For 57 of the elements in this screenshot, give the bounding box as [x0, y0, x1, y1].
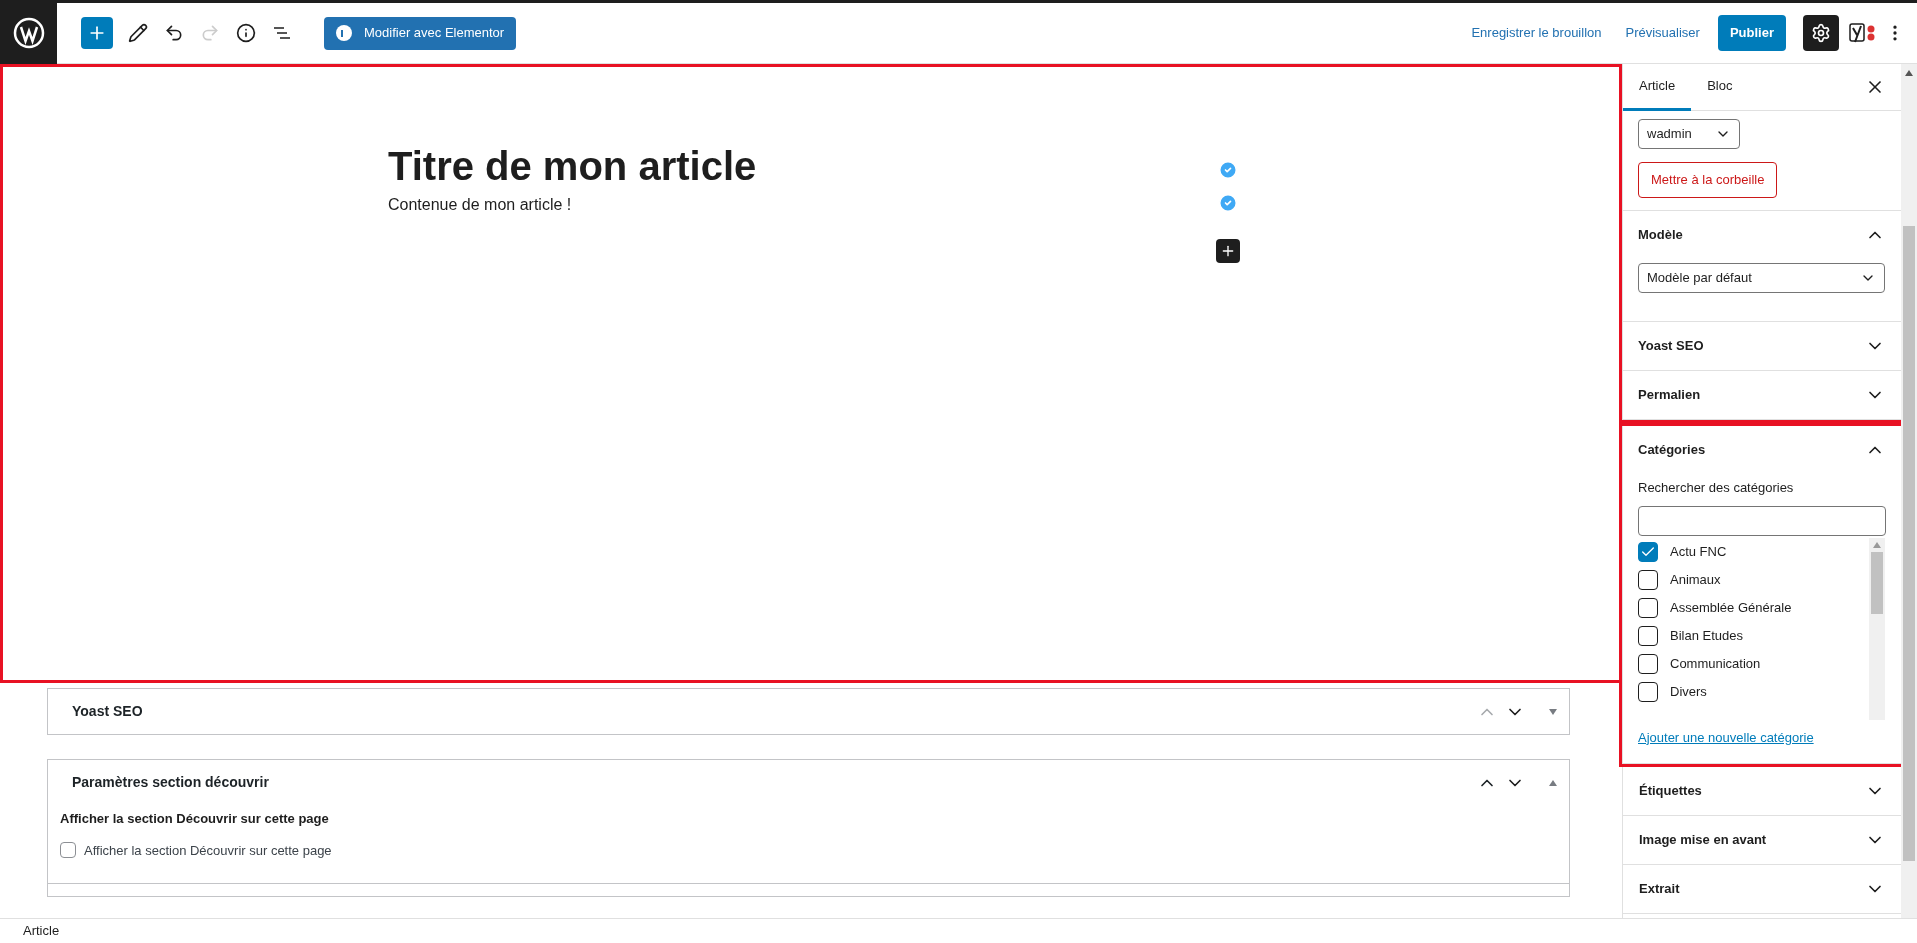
category-checkbox[interactable] — [1638, 653, 1658, 674]
category-label: Animaux — [1670, 570, 1721, 589]
field-label: Afficher la section Découvrir sur cette page — [60, 810, 330, 828]
category-checkbox[interactable] — [1638, 625, 1658, 646]
scroll-thumb[interactable] — [1903, 226, 1915, 861]
check-badge-icon — [1218, 160, 1238, 180]
add-category-link[interactable]: Ajouter une nouvelle catégorie — [1638, 727, 1885, 747]
panel-header[interactable]: Catégories — [1622, 426, 1901, 474]
breadcrumb[interactable]: Article — [23, 921, 60, 941]
panel-header[interactable]: Image mise en avant — [1623, 816, 1901, 864]
wordpress-icon — [12, 17, 45, 49]
metabox-title: Yoast SEO — [72, 702, 143, 721]
template-select[interactable]: Modèle par défaut — [1638, 263, 1885, 293]
panel-header[interactable]: Extrait — [1623, 865, 1901, 913]
pencil-icon[interactable] — [128, 23, 148, 43]
category-label: Assemblée Générale — [1670, 598, 1792, 617]
author-select[interactable]: wadmin — [1638, 119, 1740, 149]
elementor-icon — [336, 25, 352, 41]
trash-button[interactable]: Mettre à la corbeille — [1638, 162, 1778, 198]
panel-header[interactable]: Modèle — [1622, 211, 1901, 259]
metabox-title: Paramètres section découvrir — [72, 773, 269, 792]
search-field[interactable] — [1638, 505, 1886, 536]
publish-button[interactable]: Publier — [1717, 15, 1786, 51]
toggle-icon[interactable] — [1549, 708, 1557, 715]
checkbox-label: Afficher la section Découvrir sur cette page — [84, 841, 332, 860]
info-icon[interactable] — [236, 23, 256, 43]
category-label: Divers — [1670, 682, 1707, 701]
elementor-button[interactable]: Modifier avec Elementor — [324, 16, 517, 50]
category-checkbox[interactable] — [1638, 681, 1658, 702]
sidebar-tab[interactable]: Article — [1623, 63, 1692, 111]
scroll-thumb[interactable] — [1871, 551, 1883, 614]
panel-header[interactable]: Étiquettes — [1623, 767, 1901, 815]
category-label: Bilan Etudes — [1670, 626, 1743, 645]
category-checkbox[interactable] — [1638, 569, 1658, 590]
post-paragraph[interactable]: Contenue de mon article ! — [388, 193, 572, 217]
checkbox[interactable] — [60, 842, 76, 859]
toggle-icon[interactable] — [1549, 779, 1557, 786]
search-label: Rechercher des catégories — [1638, 479, 1795, 497]
preview-link[interactable]: Prévisualiser — [1625, 23, 1700, 43]
panel-header[interactable]: Yoast SEO — [1622, 322, 1901, 370]
check-badge-icon — [1218, 193, 1238, 213]
scroll-up-icon[interactable] — [1905, 70, 1913, 76]
add-block-button[interactable] — [1216, 239, 1240, 263]
settings-button[interactable] — [1803, 15, 1839, 51]
post-title[interactable]: Titre de mon article — [388, 142, 757, 190]
category-label: Communication — [1670, 654, 1761, 673]
panel-header[interactable]: Permalien — [1622, 371, 1901, 419]
plus-icon — [1220, 243, 1236, 259]
yoast-icon[interactable] — [1849, 21, 1877, 45]
settings-icon — [1811, 23, 1831, 43]
undo-icon[interactable] — [164, 23, 184, 43]
save-draft-link[interactable]: Enregistrer le brouillon — [1471, 23, 1602, 43]
category-checkbox[interactable] — [1638, 541, 1658, 562]
wordpress-logo[interactable] — [0, 2, 57, 64]
category-label: Actu FNC — [1670, 542, 1727, 561]
sidebar-tab[interactable]: Bloc — [1691, 63, 1749, 111]
category-checkbox[interactable] — [1638, 597, 1658, 618]
